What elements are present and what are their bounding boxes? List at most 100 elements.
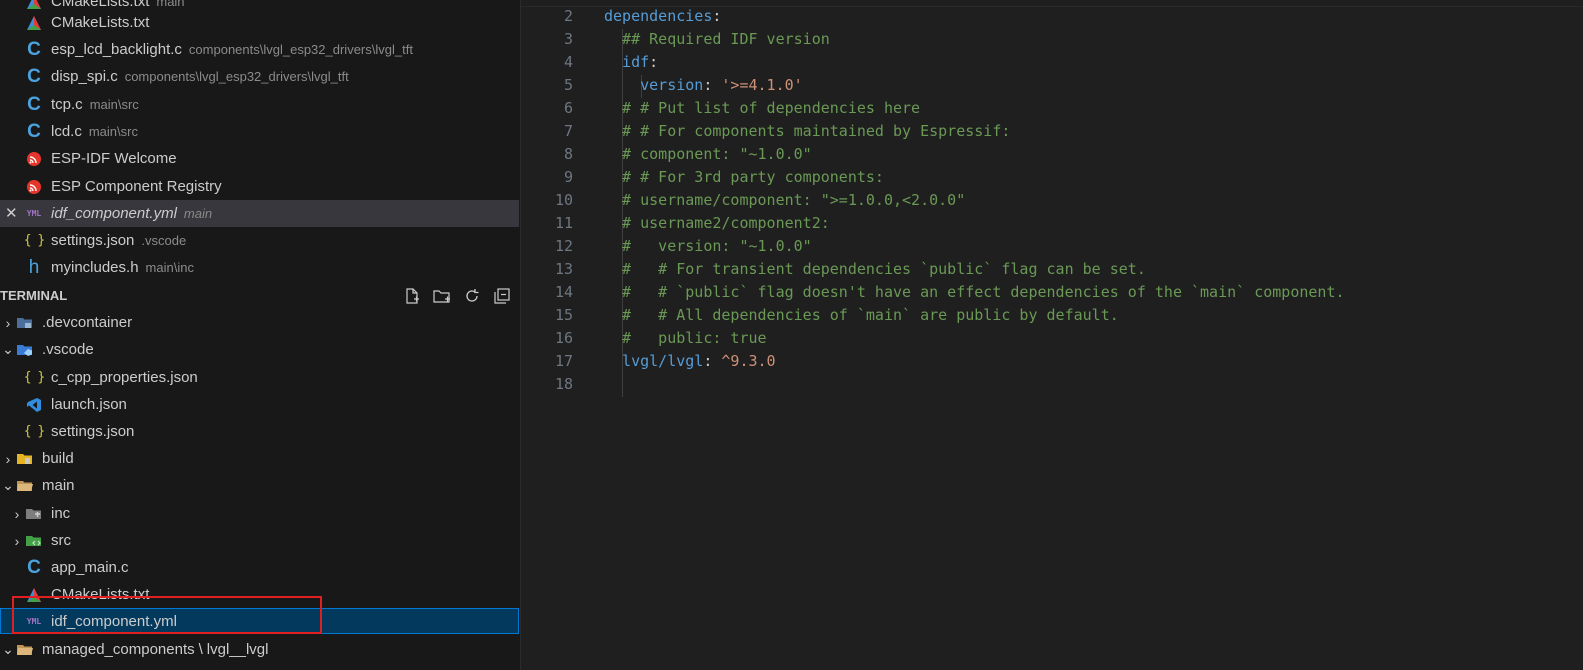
tree-item[interactable]: { } settings.json — [0, 418, 519, 445]
tree-item-label: inc — [51, 505, 71, 522]
open-editor-label: disp_spi.c — [51, 68, 118, 85]
refresh-icon[interactable] — [462, 286, 482, 306]
code-token: ^9.3.0 — [721, 352, 776, 370]
cmake-icon — [25, 14, 43, 32]
path-separator: \ — [198, 641, 203, 658]
folder-open-icon — [16, 641, 34, 659]
code-editor[interactable]: 2 dependencies: 3 ## Required IDF version 4… — [521, 0, 1583, 670]
tree-item[interactable]: Capp_main.c — [0, 554, 519, 581]
open-editor-description: main — [183, 206, 213, 221]
new-file-icon[interactable] — [402, 286, 422, 306]
open-editor-description: components\lvgl_esp32_drivers\lvgl_tft — [124, 69, 349, 84]
json-icon: { } — [23, 370, 45, 385]
tree-item[interactable]: › .devcontainer — [0, 309, 519, 336]
chevron-icon[interactable]: ⌄ — [0, 341, 16, 358]
code-line: 4 idf: — [521, 51, 1583, 74]
open-editor-label: myincludes.h — [51, 259, 139, 276]
tree-item[interactable]: launch.json — [0, 391, 519, 418]
code-token: : — [712, 7, 722, 25]
code-token: # # For components maintained by Espress… — [604, 122, 1011, 140]
chevron-icon[interactable]: › — [9, 506, 25, 522]
code-token: # component: "~1.0.0" — [604, 145, 812, 163]
c-file-icon: C — [27, 38, 41, 60]
open-editor-item[interactable]: CMakeLists.txt — [0, 9, 519, 36]
folder-open-icon — [16, 477, 34, 495]
open-editor-item[interactable]: ✕ YML idf_component.yml main — [0, 200, 519, 227]
folder-devcontainer-icon — [16, 314, 34, 332]
code-token: # version: "~1.0.0" — [604, 237, 812, 255]
line-number: 18 — [554, 375, 573, 393]
tree-item[interactable]: ⌄ main — [0, 472, 519, 499]
tree-item[interactable]: › inc — [0, 500, 519, 527]
code-token: : — [649, 53, 659, 71]
tree-item[interactable]: ⌄ managed_components \ lvgl__lvgl — [0, 636, 519, 663]
tree-item[interactable]: › src — [0, 527, 519, 554]
line-number: 10 — [554, 191, 573, 209]
code-text: # # All dependencies of `main` are publi… — [604, 304, 1119, 327]
tree-item-label: .devcontainer — [42, 314, 133, 331]
code-token: # # For 3rd party components: — [604, 168, 884, 186]
tree-item-label: src — [51, 532, 71, 549]
line-number: 7 — [563, 122, 573, 140]
code-token: # username/component: ">=1.0.0,<2.0.0" — [604, 191, 966, 209]
line-number: 17 — [554, 352, 573, 370]
code-text: # # For transient dependencies `public` … — [604, 258, 1146, 281]
code-token: : — [703, 76, 722, 94]
close-icon[interactable]: ✕ — [5, 204, 18, 222]
tree-item-label: c_cpp_properties.json — [51, 369, 198, 386]
open-editor-label: esp_lcd_backlight.c — [51, 41, 182, 58]
vscode-icon — [25, 396, 43, 414]
json-icon: { } — [23, 233, 45, 248]
code-line: 8 # component: "~1.0.0" — [521, 143, 1583, 166]
open-editor-item[interactable]: Cesp_lcd_backlight.c components\lvgl_esp3… — [0, 36, 519, 63]
yaml-icon: YML — [26, 616, 42, 626]
tree-item[interactable]: CMakeLists.txt — [0, 581, 519, 608]
tree-item[interactable]: YML idf_component.yml — [0, 608, 519, 634]
code-token: version — [604, 76, 704, 94]
open-editor-item[interactable]: h myincludes.h main\inc — [0, 254, 519, 281]
code-text: # username/component: ">=1.0.0,<2.0.0" — [604, 189, 965, 212]
code-line: 13 # # For transient dependencies `publi… — [521, 258, 1583, 281]
line-number: 13 — [554, 260, 573, 278]
code-text: # public: true — [604, 327, 767, 350]
code-line: 9 # # For 3rd party components: — [521, 166, 1583, 189]
code-line: 16 # public: true — [521, 327, 1583, 350]
chevron-icon[interactable]: ⌄ — [0, 477, 16, 494]
chevron-icon[interactable]: › — [0, 451, 16, 467]
line-number: 12 — [554, 237, 573, 255]
code-token: # # `public` flag doesn't have an effect… — [604, 283, 1345, 301]
code-text: # username2/component2: — [604, 212, 830, 235]
section-header[interactable]: TERMINAL — [0, 282, 519, 309]
open-editor-label: settings.json — [51, 232, 135, 249]
folder-include-icon — [25, 505, 43, 523]
open-editor-item[interactable]: ESP-IDF Welcome — [0, 145, 519, 172]
code-token: dependencies — [604, 7, 713, 25]
code-token: lvgl/lvgl — [604, 352, 704, 370]
new-folder-icon[interactable] — [432, 286, 452, 306]
tree-item[interactable]: ⌄ .vscode — [0, 336, 519, 363]
open-editor-item[interactable]: Ctcp.c main\src — [0, 91, 519, 118]
collapse-all-icon[interactable] — [492, 286, 512, 306]
open-editor-item[interactable]: { } settings.json .vscode — [0, 227, 519, 254]
tree-item-label: app_main.c — [51, 559, 129, 576]
line-number: 2 — [563, 7, 573, 25]
chevron-icon[interactable]: › — [0, 315, 16, 331]
tree-item-label: main — [42, 477, 75, 494]
code-line: 6 # # Put list of dependencies here — [521, 97, 1583, 120]
code-token: # username2/component2: — [604, 214, 830, 232]
open-editor-label: ESP Component Registry — [51, 178, 222, 195]
chevron-icon[interactable]: ⌄ — [0, 641, 16, 658]
code-token: # public: true — [604, 329, 767, 347]
tree-item-label: .vscode — [42, 341, 94, 358]
code-token: # # Put list of dependencies here — [604, 99, 921, 117]
open-editor-item[interactable]: ESP Component Registry — [0, 173, 519, 200]
tree-item-label: idf_component.yml — [51, 612, 177, 630]
tree-item[interactable]: { } c_cpp_properties.json — [0, 364, 519, 391]
code-token: ## Required IDF version — [604, 30, 830, 48]
tree-item[interactable]: › build — [0, 445, 519, 472]
open-editor-item[interactable]: Clcd.c main\src — [0, 118, 519, 145]
chevron-icon[interactable]: › — [9, 533, 25, 549]
open-editor-item[interactable]: Cdisp_spi.c components\lvgl_esp32_drivers… — [0, 63, 519, 90]
espressif-icon — [25, 178, 43, 196]
espressif-icon — [25, 150, 43, 168]
